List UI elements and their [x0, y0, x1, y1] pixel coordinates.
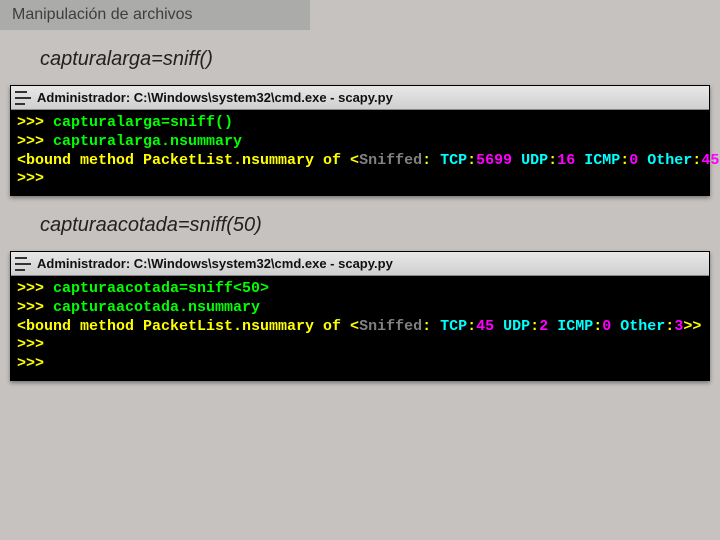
cmd-text: capturaacotada=sniff<50> [53, 280, 269, 297]
other-key: Other [620, 318, 665, 335]
sep [575, 152, 584, 169]
sep: : [620, 152, 629, 169]
prompt: >>> [17, 336, 44, 353]
sep: : [530, 318, 539, 335]
sep [548, 318, 557, 335]
sep: : [422, 318, 440, 335]
sep [494, 318, 503, 335]
sep [611, 318, 620, 335]
other-val: 3 [674, 318, 683, 335]
sep: : [467, 318, 476, 335]
terminal-body-1: >>> capturalarga=sniff() >>> capturalarg… [11, 110, 709, 195]
section-heading-1: capturalarga=sniff() [0, 30, 720, 85]
terminal-body-2: >>> capturaacotada=sniff<50> >>> captura… [11, 276, 709, 380]
close-text: >> [683, 318, 701, 335]
terminal-window-1: Administrador: C:\Windows\system32\cmd.e… [10, 85, 710, 196]
sep: : [467, 152, 476, 169]
udp-val: 16 [557, 152, 575, 169]
other-key: Other [647, 152, 692, 169]
sniffed-label: Sniffed [359, 152, 422, 169]
prompt: >>> [17, 133, 53, 150]
icmp-key: ICMP [584, 152, 620, 169]
prompt: >>> [17, 280, 53, 297]
udp-key: UDP [503, 318, 530, 335]
slide-title: Manipulación de archivos [0, 0, 310, 30]
udp-val: 2 [539, 318, 548, 335]
sep: : [665, 318, 674, 335]
tcp-key: TCP [440, 318, 467, 335]
sep [512, 152, 521, 169]
prompt: >>> [17, 299, 53, 316]
tcp-key: TCP [440, 152, 467, 169]
udp-key: UDP [521, 152, 548, 169]
tcp-val: 5699 [476, 152, 512, 169]
cmd-text: capturaacotada.nsummary [53, 299, 260, 316]
terminal-titlebar-2: Administrador: C:\Windows\system32\cmd.e… [11, 252, 709, 276]
cmd-icon [15, 257, 31, 271]
sniffed-label: Sniffed [359, 318, 422, 335]
terminal-title-text-1: Administrador: C:\Windows\system32\cmd.e… [37, 90, 393, 105]
icmp-val: 0 [629, 152, 638, 169]
terminal-window-2: Administrador: C:\Windows\system32\cmd.e… [10, 251, 710, 381]
prompt: >>> [17, 114, 53, 131]
cmd-text: capturalarga.nsummary [53, 133, 242, 150]
sep: : [422, 152, 440, 169]
sep: : [692, 152, 701, 169]
icmp-val: 0 [602, 318, 611, 335]
cmd-text: capturalarga=sniff() [53, 114, 233, 131]
output-text: <bound method PacketList.nsummary of < [17, 318, 359, 335]
terminal-title-text-2: Administrador: C:\Windows\system32\cmd.e… [37, 256, 393, 271]
output-text: <bound method PacketList.nsummary of < [17, 152, 359, 169]
sep: : [548, 152, 557, 169]
prompt: >>> [17, 355, 44, 372]
prompt: >>> [17, 170, 44, 187]
cmd-icon [15, 91, 31, 105]
sep: : [593, 318, 602, 335]
sep [638, 152, 647, 169]
icmp-key: ICMP [557, 318, 593, 335]
tcp-val: 45 [476, 318, 494, 335]
section-heading-2: capturaacotada=sniff(50) [0, 196, 720, 251]
terminal-titlebar-1: Administrador: C:\Windows\system32\cmd.e… [11, 86, 709, 110]
other-val: 45 [701, 152, 719, 169]
